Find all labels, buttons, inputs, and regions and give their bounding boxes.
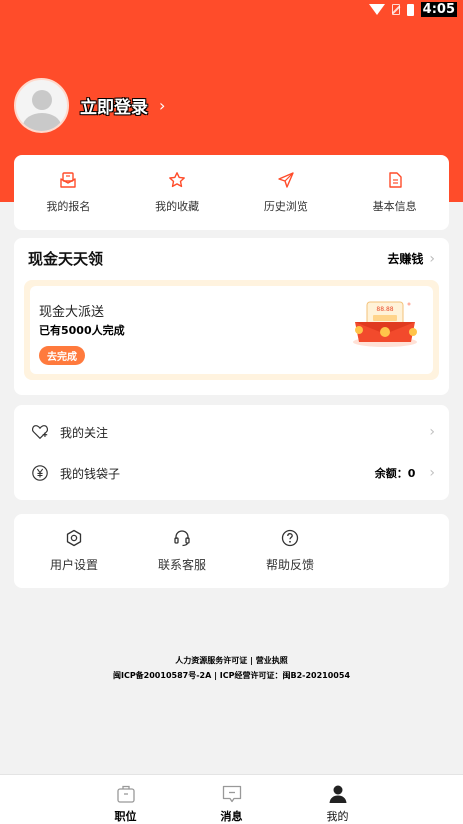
chevron-right-icon: › bbox=[429, 465, 435, 481]
avatar[interactable] bbox=[14, 78, 69, 133]
chevron-right-icon: › bbox=[429, 250, 435, 267]
cash-title: 现金天天领 bbox=[28, 250, 104, 268]
my-favorites-button[interactable]: 我的收藏 bbox=[127, 171, 227, 214]
user-icon bbox=[329, 785, 346, 803]
wifi-icon bbox=[368, 4, 385, 15]
tab-label: 职位 bbox=[114, 810, 137, 823]
tool-label: 用户设置 bbox=[49, 558, 98, 572]
balance-value: 余额：0 bbox=[374, 467, 416, 480]
promo-subtitle: 已有5000人完成 bbox=[39, 324, 125, 337]
no-sim-icon bbox=[391, 4, 400, 15]
complete-button[interactable]: 去完成 bbox=[39, 346, 85, 365]
quick-label: 历史浏览 bbox=[263, 200, 308, 213]
headset-icon bbox=[174, 530, 190, 547]
quick-label: 基本信息 bbox=[372, 200, 417, 213]
message-icon bbox=[222, 785, 241, 803]
signup-icon bbox=[60, 172, 77, 188]
my-wallet-row[interactable]: 我的钱袋子 余额：0 › bbox=[14, 453, 449, 493]
help-icon bbox=[281, 529, 299, 547]
status-bar: 4:05 bbox=[0, 0, 463, 22]
cash-card: 现金天天领 去赚钱 › 现金大派送 已有5000人完成 去完成 88.88 bbox=[14, 238, 449, 395]
account-list-card: 我的关注 › 我的钱袋子 余额：0 › bbox=[14, 405, 449, 500]
bottom-tab-bar: 职位 消息 我的 bbox=[0, 774, 463, 824]
battery-icon bbox=[406, 3, 414, 16]
my-wallet-label: 我的钱袋子 bbox=[60, 466, 121, 481]
earn-money-link[interactable]: 去赚钱 › bbox=[387, 250, 435, 267]
red-packet-icon: 88.88 bbox=[353, 301, 417, 347]
yen-coin-icon bbox=[30, 463, 50, 483]
status-time: 4:05 bbox=[420, 2, 457, 17]
quick-label: 我的收藏 bbox=[155, 200, 200, 213]
tab-label: 消息 bbox=[220, 810, 243, 823]
settings-icon bbox=[66, 529, 82, 547]
tools-card: 用户设置 联系客服 帮助反馈 bbox=[14, 514, 449, 588]
help-feedback-button[interactable]: 帮助反馈 bbox=[236, 529, 344, 573]
chevron-right-icon: › bbox=[429, 424, 435, 440]
login-link[interactable]: 立即登录 bbox=[80, 93, 148, 118]
tab-label: 我的 bbox=[326, 810, 349, 823]
document-icon bbox=[388, 172, 402, 188]
login-entry[interactable]: 立即登录 › bbox=[14, 78, 165, 133]
heart-plus-icon bbox=[30, 422, 50, 442]
customer-service-button[interactable]: 联系客服 bbox=[128, 529, 236, 573]
history-button[interactable]: 历史浏览 bbox=[236, 171, 336, 214]
quick-label: 我的报名 bbox=[46, 200, 91, 213]
star-icon bbox=[169, 172, 186, 188]
my-follows-row[interactable]: 我的关注 › bbox=[14, 412, 449, 452]
promo-banner[interactable]: 现金大派送 已有5000人完成 去完成 88.88 bbox=[24, 280, 439, 380]
tab-jobs[interactable]: 职位 bbox=[102, 783, 150, 824]
quick-actions-card: 我的报名 我的收藏 历史浏览 基本信息 bbox=[14, 155, 449, 230]
tool-label: 帮助反馈 bbox=[265, 558, 314, 572]
user-settings-button[interactable]: 用户设置 bbox=[20, 529, 128, 573]
earn-money-label[interactable]: 去赚钱 bbox=[387, 250, 423, 267]
tool-label: 联系客服 bbox=[157, 558, 206, 572]
paper-plane-icon bbox=[278, 172, 294, 188]
chevron-right-icon: › bbox=[159, 96, 166, 115]
basic-info-button[interactable]: 基本信息 bbox=[345, 171, 445, 214]
briefcase-icon bbox=[116, 785, 135, 803]
my-follows-label: 我的关注 bbox=[60, 425, 109, 440]
license-links[interactable]: 人力资源服务许可证 | 营业执照 bbox=[0, 655, 463, 666]
tab-mine[interactable]: 我的 bbox=[314, 783, 362, 824]
packet-amount: 88.88 bbox=[376, 306, 393, 313]
tab-messages[interactable]: 消息 bbox=[208, 783, 256, 824]
my-signups-button[interactable]: 我的报名 bbox=[18, 171, 118, 214]
icp-record: 闽ICP备20010587号-2A | ICP经营许可证：闽B2-2021005… bbox=[112, 671, 351, 680]
promo-title: 现金大派送 bbox=[39, 305, 105, 320]
